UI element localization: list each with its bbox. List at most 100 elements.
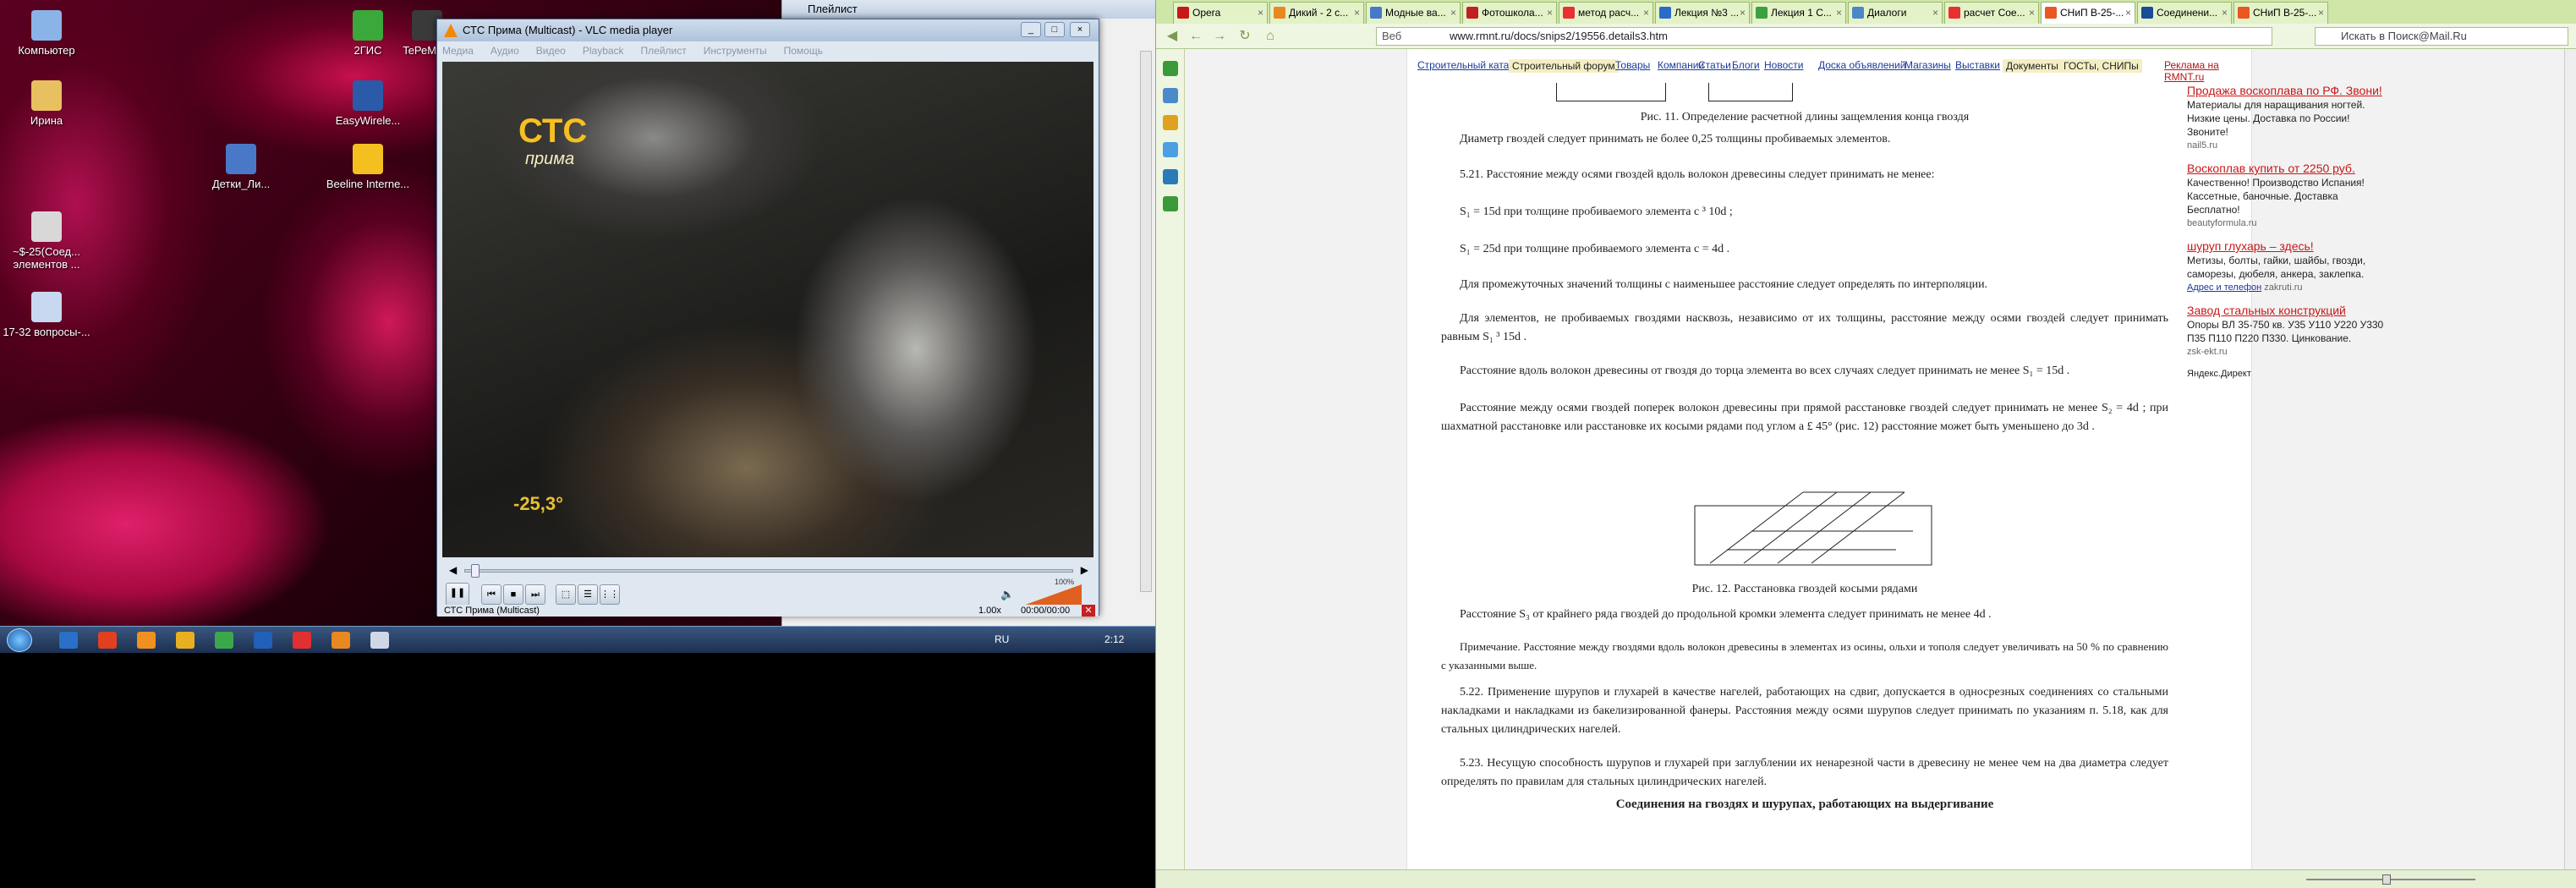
zoom-slider-track[interactable] [2306, 879, 2475, 880]
clock[interactable]: 2:12 [1104, 633, 1124, 645]
taskbar-app-button[interactable] [254, 632, 272, 649]
vlc-menu-item[interactable]: Инструменты [704, 45, 767, 57]
close-tab-icon[interactable]: × [2125, 3, 2131, 23]
seek-forward-icon[interactable]: ▶ [1081, 564, 1088, 576]
close-tab-icon[interactable]: × [2029, 3, 2035, 23]
volume-slider[interactable]: 🔈 100% [1000, 578, 1088, 606]
vlc-menu-item[interactable]: Медиа [442, 45, 474, 57]
close-tab-icon[interactable]: × [2222, 3, 2228, 23]
close-tab-icon[interactable]: × [1450, 3, 1456, 23]
seek-slider[interactable]: ◀ ▶ [449, 563, 1088, 578]
prev-button[interactable]: ⏮ [481, 584, 501, 605]
browser-tab[interactable]: Диалоги × [1848, 2, 1943, 24]
back-arrow-icon[interactable]: ← [1187, 28, 1205, 45]
bookmark-icon[interactable] [1163, 61, 1178, 76]
minimize-button[interactable]: _ [1021, 22, 1041, 37]
vlc-menu-item[interactable]: Помощь [784, 45, 823, 57]
address-bar[interactable]: Веб www.rmnt.ru/docs/snips2/19556.detail… [1376, 27, 2272, 46]
home-icon[interactable]: ⌂ [1261, 28, 1280, 45]
downloads-icon[interactable] [1163, 142, 1178, 157]
ad-domain[interactable]: beautyformula.ru [2187, 218, 2257, 228]
site-nav-link[interactable]: Блоги [1732, 59, 1760, 71]
stop-button[interactable]: ■ [503, 584, 523, 605]
taskbar-app-button[interactable] [332, 632, 350, 649]
close-tab-icon[interactable]: × [1836, 3, 1842, 23]
site-nav-link[interactable]: Магазины [1905, 59, 1951, 71]
browser-tab[interactable]: Лекция 1 С... × [1751, 2, 1846, 24]
browser-tab[interactable]: Модные ва... × [1366, 2, 1461, 24]
zoom-slider-knob[interactable] [2382, 874, 2391, 885]
browser-tab[interactable]: метод расч... × [1559, 2, 1653, 24]
playlist-button[interactable]: ☰ [578, 584, 598, 605]
close-tab-icon[interactable]: × [1740, 3, 1746, 23]
search-input[interactable]: Искать в Поиск@Mail.Ru [2315, 27, 2568, 46]
history-icon[interactable] [1163, 115, 1178, 130]
volume-level[interactable] [1021, 584, 1082, 606]
pause-button[interactable]: ❚❚ [446, 583, 469, 606]
site-nav-link[interactable]: Документы [2003, 59, 2062, 73]
fullscreen-button[interactable]: ⬚ [556, 584, 576, 605]
page-scrollbar[interactable] [2564, 49, 2576, 869]
site-nav-link[interactable]: Выставки [1955, 59, 2000, 71]
playlist-scrollbar[interactable] [1140, 51, 1152, 592]
ad-title-link[interactable]: Завод стальных конструкций [2187, 303, 2390, 318]
reload-icon[interactable]: ↻ [1236, 28, 1254, 45]
ad-domain[interactable]: zsk-ekt.ru [2187, 347, 2228, 357]
ad-address-link[interactable]: Адрес и телефон [2187, 282, 2261, 293]
ad-title-link[interactable]: шуруп глухарь – здесь! [2187, 238, 2390, 254]
browser-tab[interactable]: расчет Сое... × [1944, 2, 2039, 24]
browser-tab[interactable]: СНиП В-25-... × [2233, 2, 2328, 24]
browser-tab[interactable]: Фотошкола... × [1462, 2, 1557, 24]
advert-link[interactable]: Реклама на RMNT.ru [2164, 59, 2253, 83]
desktop-icon[interactable]: Beeline Interne... [321, 144, 414, 190]
site-nav-link[interactable]: Строительный форум [1509, 59, 1619, 73]
taskbar-app-button[interactable] [59, 632, 78, 649]
close-tab-icon[interactable]: × [1258, 3, 1263, 23]
start-button[interactable] [7, 628, 32, 652]
taskbar-app-button[interactable] [293, 632, 311, 649]
video-area[interactable]: СТС прима -25,3° [442, 62, 1093, 557]
close-tab-icon[interactable]: × [2318, 3, 2324, 23]
ad-domain[interactable]: nail5.ru [2187, 140, 2217, 151]
extended-settings-button[interactable]: ⋮⋮ [600, 584, 620, 605]
maximize-button[interactable]: □ [1044, 22, 1065, 37]
add-panel-icon[interactable] [1163, 196, 1178, 211]
ad-title-link[interactable]: Воскоплав купить от 2250 руб. [2187, 161, 2390, 176]
site-nav-link[interactable]: Доска объявлений [1818, 59, 1905, 71]
forward-arrow-icon[interactable]: → [1210, 28, 1229, 45]
desktop-icon[interactable]: 17-32 вопросы-... [0, 292, 93, 338]
seek-knob[interactable] [471, 564, 480, 578]
vlc-menu-item[interactable]: Playback [583, 45, 624, 57]
close-icon[interactable]: ✕ [1082, 605, 1095, 617]
browser-tab[interactable]: Дикий - 2 с... × [1269, 2, 1364, 24]
site-nav-link[interactable]: Товары [1615, 59, 1650, 71]
site-nav-link[interactable]: Компании [1658, 59, 1704, 71]
browser-tab[interactable]: Opera × [1173, 2, 1268, 24]
close-tab-icon[interactable]: × [1932, 3, 1938, 23]
notes-icon[interactable] [1163, 88, 1178, 103]
close-button[interactable]: × [1070, 22, 1090, 37]
seek-back-icon[interactable]: ◀ [449, 564, 457, 576]
vlc-menu-item[interactable]: Плейлист [641, 45, 687, 57]
vlc-menu-item[interactable]: Видео [536, 45, 566, 57]
close-tab-icon[interactable]: × [1643, 3, 1649, 23]
desktop-icon[interactable]: EasyWirele... [321, 80, 414, 127]
ad-domain[interactable]: zakruti.ru [2264, 282, 2302, 293]
vlc-menu-item[interactable]: Аудио [491, 45, 519, 57]
back-icon[interactable]: ◀ [1163, 28, 1181, 45]
speaker-icon[interactable]: 🔈 [1000, 588, 1014, 601]
browser-tab[interactable]: Лекция №3 ... × [1655, 2, 1750, 24]
ads-footer[interactable]: Яндекс.Директ [2187, 367, 2390, 381]
taskbar-app-button[interactable] [215, 632, 233, 649]
ad-title-link[interactable]: Продажа воскоплава по РФ. Звони! [2187, 83, 2390, 98]
playback-speed[interactable]: 1.00x [978, 605, 1001, 617]
close-tab-icon[interactable]: × [1547, 3, 1553, 23]
close-tab-icon[interactable]: × [1354, 3, 1360, 23]
taskbar-app-button[interactable] [370, 632, 389, 649]
taskbar-app-button[interactable] [98, 632, 117, 649]
language-indicator[interactable]: RU [995, 633, 1009, 645]
taskbar-app-button[interactable] [137, 632, 156, 649]
desktop-icon[interactable]: Ирина [0, 80, 93, 127]
site-nav-link[interactable]: ГОСТы, СНИПы [2060, 59, 2142, 73]
info-icon[interactable] [1163, 169, 1178, 184]
